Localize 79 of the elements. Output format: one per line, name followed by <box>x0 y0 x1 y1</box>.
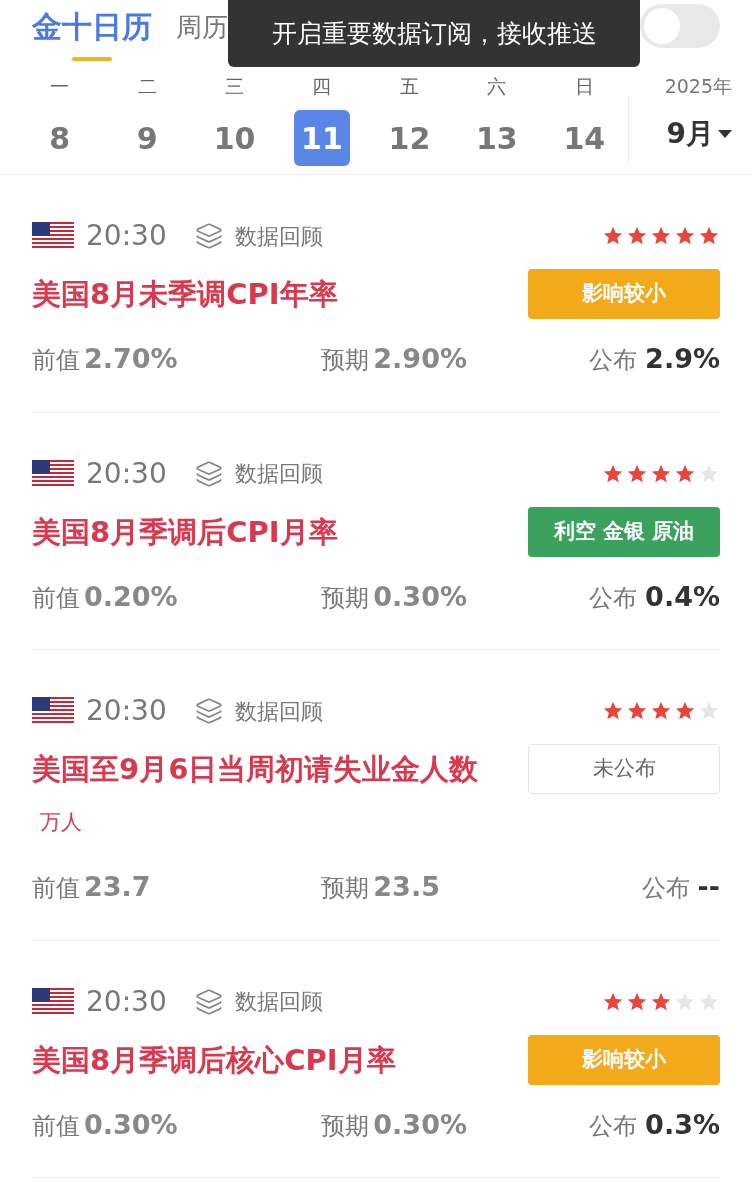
layers-icon <box>194 222 223 250</box>
event-title: 美国8月季调后CPI月率 <box>32 513 339 551</box>
flag-icon <box>32 222 74 250</box>
toast-message: 开启重要数据订阅，接收推送 <box>228 0 640 67</box>
event-time: 20:30 <box>86 983 167 1020</box>
event-title: 美国至9月6日当周初请失业金人数 万人 <box>32 751 480 836</box>
weekday-label: 三 <box>225 74 245 99</box>
star-icon <box>650 225 672 247</box>
actual-value: -- <box>697 870 720 904</box>
actual-label: 公布 <box>589 345 638 376</box>
calendar-tab[interactable]: 周历 <box>176 4 228 47</box>
review-link[interactable]: 数据回顾 <box>234 457 323 490</box>
previous-label: 前值 <box>32 873 80 904</box>
event-time: 20:30 <box>86 693 167 729</box>
event-time: 20:30 <box>86 218 167 254</box>
actual-value: 2.9% <box>645 342 720 376</box>
previous-label: 前值 <box>32 1110 80 1142</box>
caret-icon <box>718 129 732 138</box>
calendar-tab[interactable]: 金十日历 <box>32 4 152 61</box>
forecast-label: 预期 <box>321 582 370 614</box>
forecast-label: 预期 <box>321 1110 370 1142</box>
previous-value: 0.30% <box>84 1107 178 1142</box>
star-icon <box>626 225 648 247</box>
actual-label: 公布 <box>589 1110 638 1142</box>
actual-value: 0.3% <box>645 1107 720 1142</box>
actual-value: 0.4% <box>645 579 720 614</box>
event-time: 20:30 <box>86 455 167 492</box>
day-button[interactable]: 13 <box>468 110 525 166</box>
review-link[interactable]: 数据回顾 <box>234 985 323 1018</box>
previous-value: 2.70% <box>84 342 178 376</box>
star-icon <box>602 700 624 722</box>
forecast-value: 2.90% <box>373 342 467 376</box>
day-button[interactable]: 9 <box>119 110 176 166</box>
star-icon <box>602 225 624 247</box>
forecast-label: 预期 <box>321 345 370 376</box>
weekday-label: 日 <box>574 74 594 99</box>
forecast-value: 0.30% <box>373 1107 467 1142</box>
toggle-switch[interactable] <box>640 4 720 48</box>
weekday-label: 六 <box>487 74 507 99</box>
star-icon <box>674 225 696 247</box>
star-icon <box>674 700 696 722</box>
weekday-label: 一 <box>50 74 70 99</box>
weekday-label: 五 <box>399 74 419 99</box>
weekday-label: 二 <box>137 74 157 99</box>
previous-label: 前值 <box>32 345 80 376</box>
forecast-value: 23.5 <box>373 870 440 904</box>
flag-icon <box>32 987 74 1016</box>
layers-icon <box>194 459 223 488</box>
actual-label: 公布 <box>589 582 638 614</box>
day-button[interactable]: 11 <box>294 110 350 166</box>
flag-icon <box>32 459 74 488</box>
day-button[interactable]: 10 <box>206 110 263 166</box>
review-link[interactable]: 数据回顾 <box>234 694 323 728</box>
layers-icon <box>194 697 223 725</box>
star-icon <box>650 700 672 722</box>
layers-icon <box>194 987 223 1016</box>
impact-badge: 影响较小 <box>528 1034 720 1085</box>
previous-value: 0.20% <box>84 579 178 614</box>
event-title: 美国8月未季调CPI年率 <box>32 276 339 313</box>
forecast-value: 0.30% <box>373 579 467 614</box>
day-button[interactable]: 12 <box>381 110 438 166</box>
previous-value: 23.7 <box>84 870 151 904</box>
weekday-label: 四 <box>312 74 332 99</box>
forecast-label: 预期 <box>321 873 370 904</box>
impact-badge: 未公布 <box>528 744 720 794</box>
star-icon <box>698 700 720 722</box>
previous-label: 前值 <box>32 582 80 614</box>
month-dropdown[interactable]: 9月 <box>666 112 732 155</box>
impact-badge: 利空 金银 原油 <box>528 506 720 557</box>
day-button[interactable]: 8 <box>31 110 88 166</box>
review-link[interactable]: 数据回顾 <box>234 219 323 253</box>
star-icon <box>698 225 720 247</box>
year-label: 2025年 <box>664 74 732 99</box>
star-icon <box>626 700 648 722</box>
actual-label: 公布 <box>641 873 690 904</box>
day-button[interactable]: 14 <box>556 110 613 166</box>
impact-badge: 影响较小 <box>528 269 720 319</box>
event-title: 美国8月季调后核心CPI月率 <box>32 1041 397 1079</box>
flag-icon <box>32 697 74 725</box>
